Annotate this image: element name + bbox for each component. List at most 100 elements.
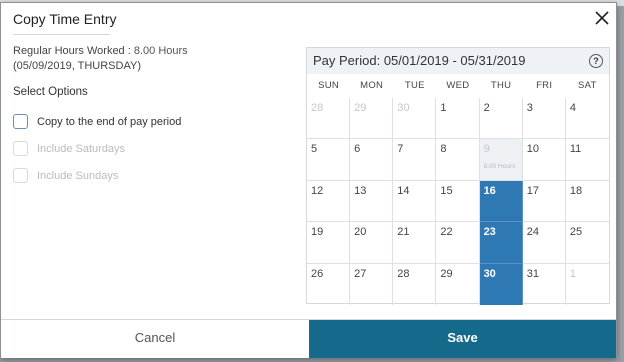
regular-hours-line: Regular Hours Worked : 8.00 Hours bbox=[13, 45, 188, 57]
calendar-day[interactable]: 11 bbox=[565, 139, 609, 181]
copy-time-entry-dialog: Copy Time Entry Regular Hours Worked : 8… bbox=[0, 2, 617, 358]
day-number: 22 bbox=[440, 226, 453, 239]
weekday-label: FRI bbox=[536, 80, 553, 91]
calendar-day[interactable]: 21 bbox=[393, 222, 437, 264]
calendar-day[interactable]: 3 bbox=[522, 98, 566, 140]
source-date-line: (05/09/2019, THURSDAY) bbox=[13, 60, 141, 72]
option-include-saturdays[interactable]: Include Saturdays bbox=[13, 141, 125, 156]
day-number: 11 bbox=[569, 143, 582, 156]
calendar-day[interactable]: 28 bbox=[393, 263, 437, 305]
help-icon[interactable]: ? bbox=[589, 54, 603, 68]
calendar-day[interactable]: 8 bbox=[436, 139, 480, 181]
weekday-header-row: SUN MON TUE WED THU FRI SAT bbox=[307, 74, 609, 98]
calendar-day[interactable]: 23 bbox=[479, 222, 523, 264]
day-number: 29 bbox=[440, 267, 453, 280]
calendar-day[interactable]: 24 bbox=[522, 222, 566, 264]
day-number: 7 bbox=[397, 143, 404, 156]
day-number: 29 bbox=[354, 102, 367, 114]
day-number: 16 bbox=[483, 184, 496, 197]
calendar-day[interactable]: 18 bbox=[565, 181, 609, 223]
dialog-footer: Cancel Save bbox=[1, 319, 616, 358]
day-number: 9 bbox=[483, 143, 490, 156]
calendar-day[interactable]: 20 bbox=[350, 222, 394, 264]
regular-hours-value: 8.00 Hours bbox=[133, 45, 188, 57]
day-number: 13 bbox=[354, 184, 367, 197]
day-number: 25 bbox=[569, 226, 583, 239]
day-number: 2 bbox=[483, 102, 490, 114]
calendar-day[interactable]: 7 bbox=[393, 139, 437, 181]
calendar-day[interactable]: 27 bbox=[350, 263, 394, 305]
option-copy-to-end[interactable]: Copy to the end of pay period bbox=[13, 114, 181, 129]
option-label: Copy to the end of pay period bbox=[37, 115, 182, 128]
calendar-day[interactable]: 2 bbox=[479, 98, 523, 140]
calendar-day[interactable]: 4 bbox=[565, 98, 609, 140]
calendar-title: Pay Period: 05/01/2019 - 05/31/2019 bbox=[313, 53, 526, 68]
day-number: 24 bbox=[526, 226, 539, 239]
calendar-day[interactable]: 12 bbox=[307, 180, 351, 223]
calendar-day[interactable]: 10 bbox=[522, 139, 566, 181]
calendar-day[interactable]: 30 bbox=[479, 263, 523, 305]
day-number: 12 bbox=[311, 184, 324, 197]
calendar-day-grid: 28 29 30 1 2 3 4 5 6 7 8 9 8.00 Hours 10 11 12 13 14 15 16 1… bbox=[307, 98, 609, 305]
calendar-day[interactable]: 13 bbox=[350, 180, 394, 223]
option-label: Include Saturdays bbox=[37, 142, 126, 155]
day-number: 5 bbox=[311, 143, 318, 156]
day-number: 8 bbox=[440, 143, 447, 156]
calendar-day[interactable]: 29 bbox=[350, 98, 394, 140]
day-number: 10 bbox=[526, 143, 539, 156]
day-number: 30 bbox=[397, 102, 410, 114]
day-number: 3 bbox=[526, 102, 533, 114]
calendar-day[interactable]: 5 bbox=[307, 139, 351, 181]
day-number: 17 bbox=[526, 184, 539, 197]
calendar-day[interactable]: 28 bbox=[307, 98, 351, 140]
weekday-label: SAT bbox=[577, 80, 597, 91]
calendar-day[interactable]: 26 bbox=[307, 263, 351, 305]
calendar-day[interactable]: 9 8.00 Hours bbox=[479, 139, 523, 181]
calendar-day[interactable]: 1 bbox=[566, 264, 609, 305]
calendar-day[interactable]: 14 bbox=[393, 180, 437, 223]
day-number: 28 bbox=[311, 102, 324, 114]
calendar-day[interactable]: 16 bbox=[479, 180, 523, 223]
calendar-day[interactable]: 29 bbox=[436, 263, 480, 305]
day-number: 27 bbox=[354, 267, 367, 280]
day-hours-note: 8.00 Hours bbox=[483, 163, 516, 171]
day-number: 18 bbox=[569, 184, 583, 197]
day-number: 20 bbox=[354, 226, 367, 239]
day-number: 14 bbox=[397, 184, 410, 197]
close-icon bbox=[595, 11, 609, 25]
day-number: 1 bbox=[440, 102, 447, 114]
calendar-day[interactable]: 30 bbox=[393, 98, 437, 140]
copy-to-end-checkbox[interactable] bbox=[13, 114, 28, 129]
calendar-header: Pay Period: 05/01/2019 - 05/31/2019 ? bbox=[307, 48, 609, 74]
option-label: Include Sundays bbox=[37, 169, 119, 182]
weekday-label: THU bbox=[490, 80, 512, 91]
dialog-title: Copy Time Entry bbox=[13, 11, 117, 27]
calendar-day[interactable]: 17 bbox=[522, 180, 566, 223]
calendar-day[interactable]: 1 bbox=[436, 98, 480, 140]
day-number: 15 bbox=[440, 184, 453, 197]
save-button[interactable]: Save bbox=[309, 320, 616, 358]
calendar-day[interactable]: 19 bbox=[307, 222, 351, 264]
close-button[interactable] bbox=[591, 7, 613, 29]
calendar-day[interactable]: 22 bbox=[436, 222, 480, 264]
cancel-button[interactable]: Cancel bbox=[1, 320, 309, 358]
include-sundays-checkbox[interactable] bbox=[13, 168, 28, 183]
pay-period-calendar: Pay Period: 05/01/2019 - 05/31/2019 ? SU… bbox=[306, 47, 610, 305]
include-saturdays-checkbox[interactable] bbox=[13, 141, 28, 156]
weekday-label: TUE bbox=[404, 80, 425, 91]
day-number: 6 bbox=[354, 143, 361, 156]
calendar-day[interactable]: 6 bbox=[350, 139, 394, 181]
calendar-day[interactable]: 15 bbox=[436, 180, 480, 223]
day-number: 19 bbox=[311, 226, 324, 239]
select-options-heading: Select Options bbox=[13, 86, 88, 98]
weekday-label: MON bbox=[360, 80, 384, 91]
calendar-day[interactable]: 25 bbox=[565, 222, 609, 264]
calendar-day[interactable]: 31 bbox=[523, 263, 566, 305]
option-include-sundays[interactable]: Include Sundays bbox=[13, 168, 118, 183]
day-number: 1 bbox=[569, 267, 576, 280]
day-number: 28 bbox=[397, 267, 410, 280]
weekday-label: SUN bbox=[318, 80, 340, 91]
day-number: 23 bbox=[483, 226, 496, 239]
day-number: 21 bbox=[397, 226, 410, 239]
title-divider bbox=[13, 34, 110, 35]
